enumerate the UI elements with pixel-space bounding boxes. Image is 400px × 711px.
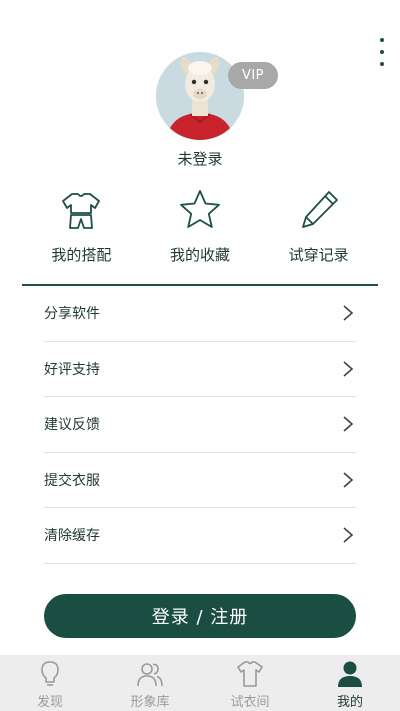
menu-item-label: 提交衣服 <box>44 472 100 489</box>
chevron-right-icon <box>343 305 354 321</box>
my-favorites-label: 我的收藏 <box>170 246 231 264</box>
menu-item-feedback[interactable]: 建议反馈 <box>44 397 356 453</box>
profile-header: VIP 未登录 <box>0 46 400 176</box>
menu-item-label: 好评支持 <box>44 361 100 378</box>
menu-item-label: 清除缓存 <box>44 528 100 545</box>
tab-image-library[interactable]: 形象库 <box>100 655 200 711</box>
tab-label: 发现 <box>36 695 63 710</box>
bottom-tab-bar: 发现 形象库 试衣间 我的 <box>0 655 400 711</box>
menu-item-rate-app[interactable]: 好评支持 <box>44 342 356 397</box>
my-favorites-button[interactable]: 我的收藏 <box>141 186 260 266</box>
tab-mine[interactable]: 我的 <box>300 655 400 711</box>
login-register-button[interactable]: 登录 / 注册 <box>44 594 356 638</box>
tab-label: 试衣间 <box>230 695 270 710</box>
try-on-history-label: 试穿记录 <box>288 246 349 264</box>
menu-item-share-app[interactable]: 分享软件 <box>44 286 356 342</box>
my-outfits-button[interactable]: 我的搭配 <box>22 186 141 266</box>
people-icon <box>137 663 163 687</box>
vip-badge: VIP <box>228 62 278 89</box>
chevron-right-icon <box>343 361 354 377</box>
outfit-icon <box>62 193 101 229</box>
try-on-history-button[interactable]: 试穿记录 <box>259 186 378 266</box>
tab-label: 我的 <box>336 695 363 710</box>
chevron-right-icon <box>343 527 354 543</box>
tab-label: 形象库 <box>130 695 170 710</box>
menu-item-label: 分享软件 <box>44 306 100 323</box>
chevron-right-icon <box>343 472 354 488</box>
tab-discover[interactable]: 发现 <box>0 655 100 711</box>
menu-item-clear-cache[interactable]: 清除缓存 <box>44 508 356 564</box>
shirt-icon <box>237 661 263 687</box>
chevron-right-icon <box>343 416 354 432</box>
quick-actions: 我的搭配 我的收藏 试穿记录 <box>22 186 378 266</box>
menu-item-label: 建议反馈 <box>44 417 100 434</box>
lightbulb-icon <box>41 661 59 686</box>
my-outfits-label: 我的搭配 <box>51 246 112 264</box>
settings-menu: 分享软件 好评支持 建议反馈 提交衣服 清除缓存 <box>44 286 356 564</box>
person-icon <box>338 661 362 687</box>
username-label[interactable]: 未登录 <box>0 148 400 169</box>
menu-item-submit-clothes[interactable]: 提交衣服 <box>44 453 356 508</box>
star-icon <box>180 190 220 228</box>
pencil-icon <box>301 191 338 228</box>
tab-fitting-room[interactable]: 试衣间 <box>200 655 300 711</box>
